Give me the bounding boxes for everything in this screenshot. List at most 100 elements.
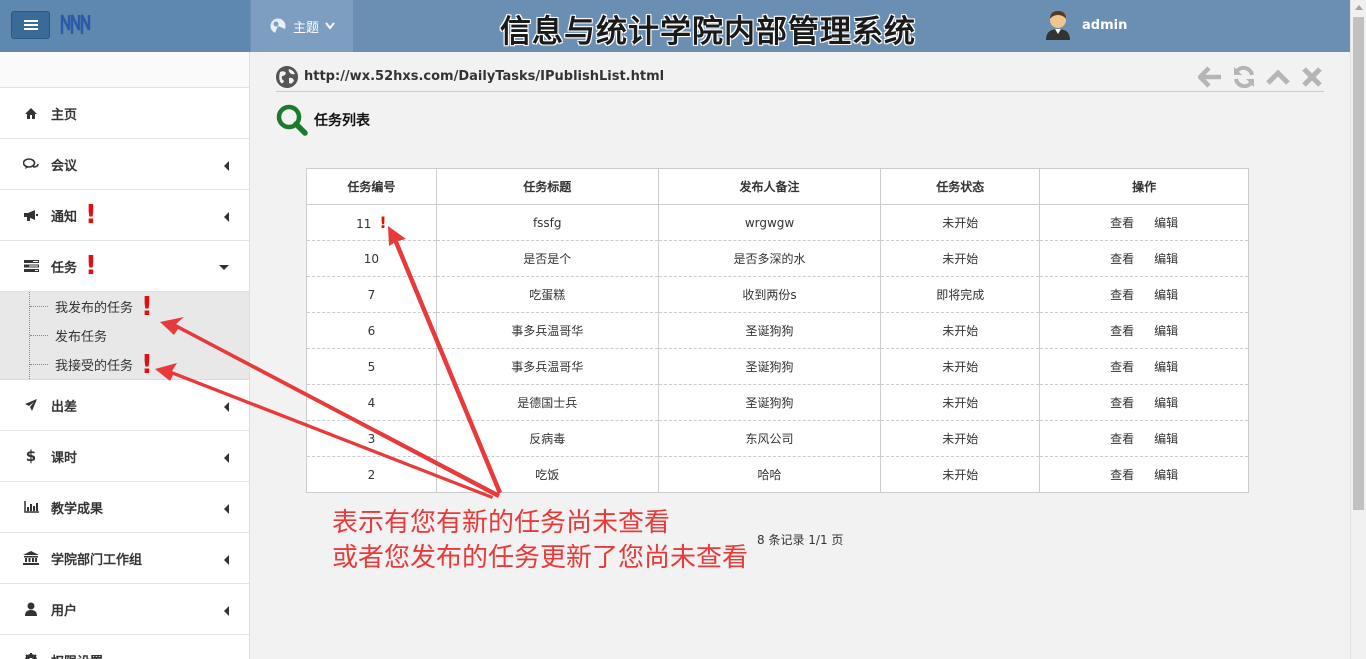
page-title: 任务列表	[314, 113, 370, 129]
unread-alert-icon: !	[85, 251, 97, 281]
edit-link[interactable]: 编辑	[1154, 396, 1178, 410]
search-icon	[276, 104, 308, 136]
column-header: 任务标题	[435, 168, 659, 205]
submenu-item-label: 我接受的任务	[55, 359, 134, 374]
caret-left-icon	[224, 161, 229, 171]
caret-left-icon	[224, 453, 229, 463]
task-status-cell: 未开始	[880, 240, 1041, 277]
table-row: 5 事多兵温哥华 圣诞狗狗 未开始 查看 编辑	[306, 348, 1249, 385]
edit-link[interactable]: 编辑	[1154, 468, 1178, 482]
task-title-cell: 是德国士兵	[435, 384, 659, 421]
username: admin	[1082, 17, 1128, 33]
menu-toggle-button[interactable]	[11, 11, 50, 39]
edit-link[interactable]: 编辑	[1154, 432, 1178, 446]
view-link[interactable]: 查看	[1110, 252, 1134, 266]
sidebar-item-notices[interactable]: 通知 !	[0, 190, 249, 241]
back-icon[interactable]	[1197, 64, 1222, 89]
task-title-cell: 吃蛋糕	[435, 276, 659, 313]
view-link[interactable]: 查看	[1110, 396, 1134, 410]
theme-label: 主题	[292, 20, 319, 36]
theme-icon	[270, 18, 286, 34]
edit-link[interactable]: 编辑	[1154, 324, 1178, 338]
task-status-cell: 未开始	[880, 384, 1041, 421]
task-id-cell: 4	[306, 384, 437, 421]
sidebar-item-teaching-results[interactable]: 教学成果	[0, 482, 249, 533]
edit-link[interactable]: 编辑	[1154, 216, 1178, 230]
task-note-cell: 是否多深的水	[657, 240, 882, 277]
task-actions-cell: 查看 编辑	[1039, 456, 1249, 493]
task-actions-cell: 查看 编辑	[1039, 420, 1249, 457]
view-link[interactable]: 查看	[1110, 216, 1134, 230]
scroll-up-icon[interactable]	[1355, 5, 1363, 10]
sidebar-item-tasks[interactable]: 任务 !	[0, 241, 249, 292]
sidebar-item-label: 用户	[51, 603, 78, 619]
table-row: 7 吃蛋糕 收到两份s 即将完成 查看 编辑	[306, 276, 1249, 313]
submenu-item-publish-task[interactable]: 发布任务	[0, 321, 249, 350]
theme-dropdown-button[interactable]: 主题	[251, 0, 353, 52]
caret-left-icon	[224, 555, 229, 565]
sidebar-item-label: 出差	[51, 399, 78, 415]
plane-icon	[22, 398, 40, 412]
task-status-cell: 未开始	[880, 420, 1041, 457]
column-header: 操作	[1039, 168, 1249, 205]
task-actions-cell: 查看 编辑	[1039, 312, 1249, 349]
unread-alert-icon: !	[85, 200, 97, 230]
sidebar-item-label: 权限设置	[51, 651, 103, 659]
sidebar-item-users[interactable]: 用户	[0, 584, 249, 635]
sidebar-item-departments[interactable]: 学院部门工作组	[0, 533, 249, 584]
sidebar-item-home[interactable]: 主页	[0, 88, 249, 139]
task-id-cell: 11!	[306, 204, 437, 241]
sidebar-item-meetings[interactable]: 会议	[0, 139, 249, 190]
submenu-item-my-accepted-tasks[interactable]: 我接受的任务 !	[0, 350, 249, 379]
submenu-item-label: 发布任务	[55, 330, 108, 345]
home-icon	[22, 107, 40, 120]
caret-left-icon	[224, 504, 229, 514]
logo-icon	[60, 14, 91, 34]
task-submenu: 我发布的任务 ! 发布任务 我接受的任务 !	[0, 292, 249, 380]
close-icon[interactable]	[1299, 64, 1324, 89]
chevron-down-icon	[325, 22, 335, 30]
task-title-cell: 是否是个	[435, 240, 659, 277]
sidebar-item-business-trips[interactable]: 出差	[0, 380, 249, 431]
view-link[interactable]: 查看	[1110, 432, 1134, 446]
sidebar-item-label: 课时	[51, 450, 78, 466]
chevron-up-icon[interactable]	[1265, 64, 1290, 89]
caret-left-icon	[224, 402, 229, 412]
comments-icon	[22, 157, 40, 171]
task-id-cell: 3	[306, 420, 437, 457]
sidebar-item-label: 通知	[51, 209, 78, 225]
pagination-info: 8 条记录 1/1 页	[757, 533, 844, 547]
task-id-cell: 2	[306, 456, 437, 493]
sidebar-item-class-hours[interactable]: $ 课时	[0, 431, 249, 482]
page-actions	[1197, 64, 1324, 89]
task-status-cell: 即将完成	[880, 276, 1041, 313]
task-title-cell: 事多兵温哥华	[435, 312, 659, 349]
task-note-cell: 圣诞狗狗	[657, 312, 882, 349]
edit-link[interactable]: 编辑	[1154, 360, 1178, 374]
tasks-icon	[22, 260, 40, 272]
sidebar-item-label: 会议	[51, 158, 78, 174]
address-bar: http://wx.52hxs.com/DailyTasks/IPublishL…	[276, 62, 1324, 92]
refresh-icon[interactable]	[1231, 64, 1256, 89]
view-link[interactable]: 查看	[1110, 288, 1134, 302]
task-status-cell: 未开始	[880, 456, 1041, 493]
user-menu[interactable]: admin	[1044, 10, 1127, 40]
task-note-cell: 哈哈	[657, 456, 882, 493]
sidebar: 主页 会议 通知 ! 任务 ! 我发布的任务 ! 发布任务 我接受的任务 ! 出…	[0, 52, 250, 659]
edit-link[interactable]: 编辑	[1154, 288, 1178, 302]
view-link[interactable]: 查看	[1110, 360, 1134, 374]
view-link[interactable]: 查看	[1110, 468, 1134, 482]
view-link[interactable]: 查看	[1110, 324, 1134, 338]
scrollbar-thumb[interactable]	[1353, 17, 1364, 510]
task-id-cell: 7	[306, 276, 437, 313]
page-scrollbar[interactable]	[1350, 0, 1366, 659]
sidebar-item-label: 学院部门工作组	[51, 552, 143, 568]
top-navbar: 主题 信息与统计学院内部管理系统 admin	[0, 0, 1350, 52]
edit-link[interactable]: 编辑	[1154, 252, 1178, 266]
annotation-line-2: 或者您发布的任务更新了您尚未查看	[332, 543, 749, 573]
task-id-cell: 10	[306, 240, 437, 277]
task-title-cell: 事多兵温哥华	[435, 348, 659, 385]
annotation-line-1: 表示有您有新的任务尚未查看	[332, 508, 671, 538]
submenu-item-my-published-tasks[interactable]: 我发布的任务 !	[0, 292, 249, 321]
sidebar-item-permissions[interactable]: 权限设置	[0, 635, 249, 659]
